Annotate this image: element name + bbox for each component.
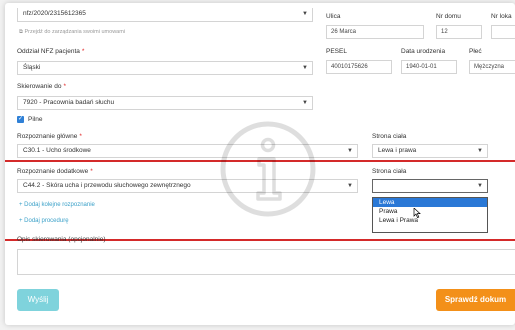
description-textarea[interactable] bbox=[17, 249, 515, 275]
chevron-down-icon: ▼ bbox=[477, 148, 483, 154]
referral-to-value: 7920 - Pracownia badań słuchu bbox=[23, 99, 115, 106]
description-label: Opis skierowania (opcjonalnie) bbox=[17, 236, 106, 243]
main-body-side-select[interactable]: Lewa i prawa ▼ bbox=[372, 144, 488, 158]
main-diagnosis-label: Rozpoznanie główne * bbox=[17, 133, 82, 140]
check-document-button[interactable]: Sprawdź dokum bbox=[436, 289, 515, 311]
apartment-number-label: Nr loka bbox=[491, 13, 512, 20]
extra-body-side-label: Strona ciała bbox=[372, 168, 407, 175]
mouse-pointer-icon bbox=[413, 208, 421, 218]
checkmark-icon: ✓ bbox=[17, 116, 24, 122]
pesel-input[interactable]: 40010175626 bbox=[326, 60, 392, 74]
chevron-down-icon: ▼ bbox=[302, 11, 308, 17]
street-input[interactable]: 26 Marca bbox=[326, 25, 424, 39]
body-side-option-both[interactable]: Lewa i Prawa bbox=[373, 216, 487, 225]
birth-date-label: Data urodzenia bbox=[401, 48, 446, 55]
body-side-option-left[interactable]: Lewa bbox=[373, 198, 487, 207]
street-label: Ulica bbox=[326, 13, 341, 20]
urgent-label: Pilne bbox=[28, 116, 43, 123]
nfz-branch-value: Śląski bbox=[23, 64, 41, 71]
nfz-contract-select[interactable]: nfz/2020/2315612365 ▼ bbox=[17, 8, 313, 22]
manage-contracts-link[interactable]: ⧉ Przejdź do zarządzania swoimi umowami bbox=[19, 29, 125, 36]
house-number-label: Nr domu bbox=[436, 13, 461, 20]
body-side-option-right[interactable]: Prawa bbox=[373, 207, 487, 216]
chevron-down-icon: ▼ bbox=[347, 183, 353, 189]
referral-to-select[interactable]: 7920 - Pracownia badań słuchu ▼ bbox=[17, 96, 313, 110]
chevron-down-icon: ▼ bbox=[302, 100, 308, 106]
pesel-label: PESEL bbox=[326, 48, 347, 55]
extra-diagnosis-label: Rozpoznanie dodatkowe * bbox=[17, 168, 93, 175]
chevron-down-icon: ▼ bbox=[477, 183, 483, 189]
referral-to-label: Skierowanie do * bbox=[17, 83, 66, 90]
extra-body-side-select[interactable]: ▼ bbox=[372, 179, 488, 193]
sex-select[interactable]: Mężczyzna bbox=[469, 60, 515, 74]
extra-diagnosis-value: C44.2 - Skóra ucha i przewodu słuchowego… bbox=[23, 182, 191, 189]
main-diagnosis-value: C30.1 - Ucho środkowe bbox=[23, 147, 91, 154]
referral-form-card: nfz/2020/2315612365 ▼ ⧉ Przejdź do zarzą… bbox=[5, 3, 515, 325]
sex-label: Płeć bbox=[469, 48, 482, 55]
main-body-side-label: Strona ciała bbox=[372, 133, 407, 140]
chevron-down-icon: ▼ bbox=[302, 65, 308, 71]
nfz-contract-value: nfz/2020/2315612365 bbox=[23, 10, 86, 17]
main-body-side-value: Lewa i prawa bbox=[378, 147, 417, 154]
main-diagnosis-select[interactable]: C30.1 - Ucho środkowe ▼ bbox=[17, 144, 358, 158]
highlight-line-top bbox=[5, 160, 515, 162]
chevron-down-icon: ▼ bbox=[347, 148, 353, 154]
send-button[interactable]: Wyślij bbox=[17, 289, 59, 311]
body-side-dropdown[interactable]: Lewa Prawa Lewa i Prawa bbox=[372, 197, 488, 233]
info-icon bbox=[220, 121, 316, 217]
add-procedure-link[interactable]: + Dodaj procedurę bbox=[19, 218, 69, 224]
nfz-branch-label: Oddział NFZ pacjenta * bbox=[17, 48, 85, 55]
nfz-branch-select[interactable]: Śląski ▼ bbox=[17, 61, 313, 75]
birth-date-input[interactable]: 1940-01-01 bbox=[401, 60, 457, 74]
extra-diagnosis-select[interactable]: C44.2 - Skóra ucha i przewodu słuchowego… bbox=[17, 179, 358, 193]
house-number-input[interactable]: 12 bbox=[436, 25, 482, 39]
manage-contracts-label: Przejdź do zarządzania swoimi umowami bbox=[24, 29, 126, 35]
apartment-number-input[interactable] bbox=[491, 25, 515, 39]
add-diagnosis-link[interactable]: + Dodaj kolejne rozpoznanie bbox=[19, 202, 95, 208]
urgent-checkbox[interactable]: ✓ bbox=[17, 116, 24, 123]
